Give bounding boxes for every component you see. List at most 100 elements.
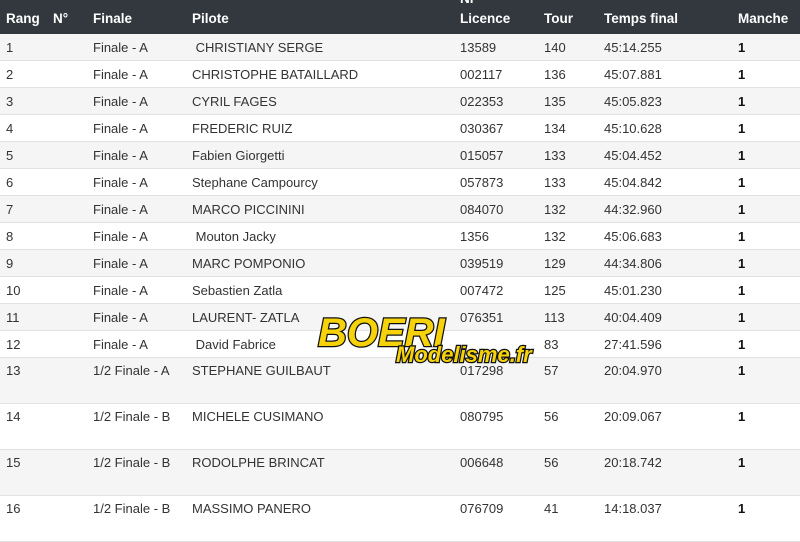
temps-cell: 20:09.067 [604,409,662,424]
temps-cell: 45:04.452 [604,148,662,163]
header-temps[interactable]: Temps final [598,0,732,34]
tour-cell: 140 [544,40,566,55]
manche-cell: 1 [738,310,746,325]
header-licence-nr: Nr [460,0,475,7]
temps-cell: 40:04.409 [604,310,662,325]
tour-cell: 134 [544,121,566,136]
table-row: 1 Finale - A CHRISTIANY SERGE 13589 140 45:1… [0,34,800,61]
no-cell [47,450,87,496]
table-row: 10 Finale - A Sebastien Zatla 007472 125 45:0… [0,276,800,304]
pilote-cell: MICHELE CUSIMANO [192,409,324,424]
temps-cell: 45:14.255 [604,40,662,55]
pilote-cell: Fabien Giorgetti [192,148,285,163]
header-rang[interactable]: Rang [0,0,47,34]
no-cell [47,169,87,196]
no-cell [47,142,87,169]
licence-cell: 084070 [460,202,504,217]
temps-cell: 45:05.823 [604,94,662,109]
temps-cell: 20:04.970 [604,363,662,378]
table-row: 3 Finale - A CYRIL FAGES 022353 135 45:05.823… [0,87,800,115]
pilote-cell: RODOLPHE BRINCAT [192,455,325,470]
no-cell [47,115,87,142]
pilote-cell: CHRISTIANY SERGE [192,40,324,55]
licence-cell: 1356 [460,229,489,244]
manche-cell: 1 [738,455,746,470]
temps-cell: 14:18.037 [604,501,662,516]
temps-cell: 20:18.742 [604,455,662,470]
manche-cell: 1 [738,337,746,352]
rang-cell: 11 [6,310,20,325]
finale-cell: Finale - A [93,202,148,217]
table-row: 16 1/2 Finale - B MASSIMO PANERO 076709 41 14… [0,495,800,542]
header-finale[interactable]: Finale [87,0,186,34]
boeri-modelisme-logo: BOERI Modelisme.fr [317,310,535,368]
pilote-cell: FREDERIC RUIZ [192,121,293,136]
rang-cell: 2 [6,67,14,82]
tour-cell: 133 [544,175,566,190]
temps-cell: 45:06.683 [604,229,662,244]
results-table: Rang N° Finale Pilote Nr Licence Tour Te… [0,0,800,542]
header-licence-label: Licence [460,11,511,26]
rang-cell: 6 [6,175,14,190]
table-row: 9 Finale - A MARC POMPONIO 039519 129 44:34.8… [0,249,800,277]
tour-cell: 56 [544,409,559,424]
rang-cell: 7 [6,202,14,217]
no-cell [47,34,87,61]
no-cell [47,196,87,223]
pilote-cell: MARC POMPONIO [192,256,306,271]
tour-cell: 135 [544,94,566,109]
finale-cell: Finale - A [93,67,148,82]
rang-cell: 15 [6,455,21,470]
licence-cell: 002117 [460,67,503,82]
no-cell [47,223,87,250]
finale-cell: Finale - A [93,175,148,190]
manche-cell: 1 [738,148,746,163]
licence-cell: 076709 [460,501,504,516]
no-cell [47,277,87,304]
header-no[interactable]: N° [47,0,87,34]
licence-cell: 007472 [460,283,504,298]
finale-cell: Finale - A [93,310,148,325]
no-cell [47,496,87,542]
header-tour[interactable]: Tour [538,0,598,34]
tour-cell: 132 [544,229,566,244]
pilote-cell: CYRIL FAGES [192,94,277,109]
temps-cell: 45:10.628 [604,121,662,136]
table-row: 7 Finale - A MARCO PICCININI 084070 132 44:32… [0,195,800,223]
tour-cell: 56 [544,455,559,470]
licence-cell: 006648 [460,455,504,470]
table-row: 2 Finale - A CHRISTOPHE BATAILLARD 002117 13… [0,60,800,88]
manche-cell: 1 [738,256,746,271]
logo-sub-text: Modelisme.fr [395,341,535,368]
rang-cell: 10 [6,283,21,298]
no-cell [47,358,87,404]
manche-cell: 1 [738,409,746,424]
finale-cell: Finale - A [93,148,148,163]
tour-cell: 129 [544,256,566,271]
pilote-cell: CHRISTOPHE BATAILLARD [192,67,359,82]
manche-cell: 1 [738,94,746,109]
table-row: 6 Finale - A Stephane Campourcy 057873 133 45… [0,168,800,196]
licence-cell: 015057 [460,148,504,163]
table-row: 5 Finale - A Fabien Giorgetti 015057 133 45:0… [0,141,800,169]
finale-cell: 1/2 Finale - B [93,409,171,424]
finale-cell: Finale - A [93,283,148,298]
finale-cell: Finale - A [93,40,148,55]
licence-cell: 080795 [460,409,504,424]
pilote-cell: MASSIMO PANERO [192,501,311,516]
manche-cell: 1 [738,363,746,378]
licence-cell: 13589 [460,40,497,55]
manche-cell: 1 [738,175,746,190]
tour-cell: 125 [544,283,566,298]
header-manche[interactable]: Manche [732,0,800,34]
finale-cell: Finale - A [93,94,148,109]
table-header: Rang N° Finale Pilote Nr Licence Tour Te… [0,0,800,34]
rang-cell: 9 [6,256,14,271]
rang-cell: 1 [6,40,14,55]
rang-cell: 14 [6,409,21,424]
header-pilote[interactable]: Pilote [186,0,454,34]
temps-cell: 45:04.842 [604,175,662,190]
finale-cell: 1/2 Finale - A [93,363,170,378]
tour-cell: 133 [544,148,566,163]
header-licence[interactable]: Nr Licence [454,0,538,34]
